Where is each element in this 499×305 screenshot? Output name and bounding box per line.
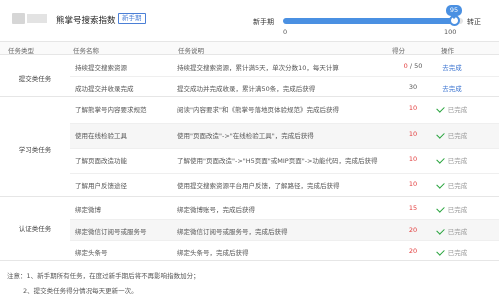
table-row: 绑定头条号 绑定头条号，完成后获得 20 已完成: [70, 240, 499, 261]
task-desc: 使用提交搜索资源平台用户反馈，了解路径，完成后获得: [177, 182, 340, 190]
score-progress-fill: [283, 18, 454, 24]
task-desc: 使用"页面改造"->"在线检验工具"，完成后获得: [177, 132, 314, 140]
task-desc: 阅读"内容要求"和《熊掌号落地页体验规范》完成后获得: [177, 106, 339, 114]
completed-status: 已完成: [422, 104, 482, 114]
table-row: 持续提交搜索资源 持续提交搜索资源，累计满5天，单次分数10，每天计算 0 / …: [70, 56, 499, 76]
go-complete-link[interactable]: 去完成: [422, 62, 482, 72]
group-label: 学习类任务: [18, 146, 52, 154]
task-desc: 绑定微信订阅号或服务号，完成后获得: [177, 228, 288, 236]
completed-status: 已完成: [422, 180, 482, 190]
group-verification: 认证类任务 绑定微博 绑定微博账号，完成后获得 15 已完成 绑定微信订阅号或服…: [0, 198, 499, 261]
task-name: 绑定头条号: [75, 249, 108, 257]
table-row: 了解用户反馈途径 使用提交搜索资源平台用户反馈，了解路径，完成后获得 10 已完…: [70, 173, 499, 197]
table-row: 成功提交并收录完成 提交成功并完成收录，累计满50条，完成后获得 30 去完成: [70, 76, 499, 96]
check-icon: [436, 104, 445, 113]
group-label: 提交类任务: [18, 75, 52, 83]
score-bubble: 95: [446, 5, 462, 19]
stage-badge: 新手期: [118, 13, 146, 24]
header-task-name: 任务名称: [73, 47, 99, 55]
task-desc: 持续提交搜索资源，累计满5天，单次分数10，每天计算: [177, 64, 339, 72]
task-name: 了解熊掌号内容要求规范: [75, 106, 147, 114]
group-label: 认证类任务: [18, 225, 52, 233]
task-name: 使用在线检验工具: [75, 132, 127, 140]
task-desc: 绑定头条号，完成后获得: [177, 249, 249, 257]
task-desc: 提交成功并完成收录，累计满50条，完成后获得: [177, 85, 316, 93]
task-name: 持续提交搜索资源: [75, 64, 127, 72]
go-complete-link[interactable]: 去完成: [422, 83, 482, 93]
check-icon: [436, 226, 445, 235]
task-name: 成功提交并收录完成: [75, 85, 134, 93]
task-name: 绑定微博: [75, 206, 101, 214]
note-line-2: 2、提交类任务得分情况每天更新一次。: [23, 287, 138, 295]
check-icon: [436, 247, 445, 256]
stage-current-label: 新手期: [253, 18, 274, 26]
task-desc: 绑定微博账号，完成后获得: [177, 206, 255, 214]
table-row: 绑定微信订阅号或服务号 绑定微信订阅号或服务号，完成后获得 20 已完成: [70, 219, 499, 240]
task-name: 绑定微信订阅号或服务号: [75, 228, 147, 236]
group-submit: 提交类任务 持续提交搜索资源 持续提交搜索资源，累计满5天，单次分数10，每天计…: [0, 56, 499, 97]
header-score: 得分: [392, 47, 405, 55]
completed-status: 已完成: [422, 130, 482, 140]
check-icon: [436, 130, 445, 139]
page-header: 熊掌号搜索指数 新手期 新手期 95 转正 0 100: [0, 0, 499, 36]
completed-status: 已完成: [422, 247, 482, 257]
group-learning: 学习类任务 了解熊掌号内容要求规范 阅读"内容要求"和《熊掌号落地页体验规范》完…: [0, 98, 499, 197]
note-line-1: 注意：1、新手期所有任务，在度过新手期后将不再影响指数加分；: [7, 272, 200, 280]
page-title: 熊掌号搜索指数: [56, 16, 116, 26]
check-icon: [436, 204, 445, 213]
stage-next-label: 转正: [467, 18, 481, 26]
task-desc: 了解使用"页面改造"->"H5页面"或MIP页面"->功能代码，完成后获得: [177, 157, 378, 165]
table-row: 绑定微博 绑定微博账号，完成后获得 15 已完成: [70, 198, 499, 219]
progress-max-label: 100: [444, 28, 457, 36]
completed-status: 已完成: [422, 204, 482, 214]
check-icon: [436, 180, 445, 189]
table-row: 了解熊掌号内容要求规范 阅读"内容要求"和《熊掌号落地页体验规范》完成后获得 1…: [70, 98, 499, 123]
completed-status: 已完成: [422, 226, 482, 236]
check-icon: [436, 155, 445, 164]
table-header: 任务类型 任务名称 任务说明 得分 操作: [0, 41, 499, 55]
table-row: 使用在线检验工具 使用"页面改造"->"在线检验工具"，完成后获得 10 已完成: [70, 123, 499, 148]
progress-min-label: 0: [283, 28, 288, 36]
completed-status: 已完成: [422, 155, 482, 165]
header-task-desc: 任务说明: [178, 47, 204, 55]
score-progress-bar: 95: [283, 5, 463, 26]
table-row: 了解页面改造功能 了解使用"页面改造"->"H5页面"或MIP页面"->功能代码…: [70, 148, 499, 173]
site-name-placeholder: [27, 14, 47, 23]
task-name: 了解用户反馈途径: [75, 182, 127, 190]
task-name: 了解页面改造功能: [75, 157, 127, 165]
site-avatar: [12, 13, 25, 24]
header-task-type: 任务类型: [8, 47, 34, 55]
header-action: 操作: [441, 47, 454, 55]
